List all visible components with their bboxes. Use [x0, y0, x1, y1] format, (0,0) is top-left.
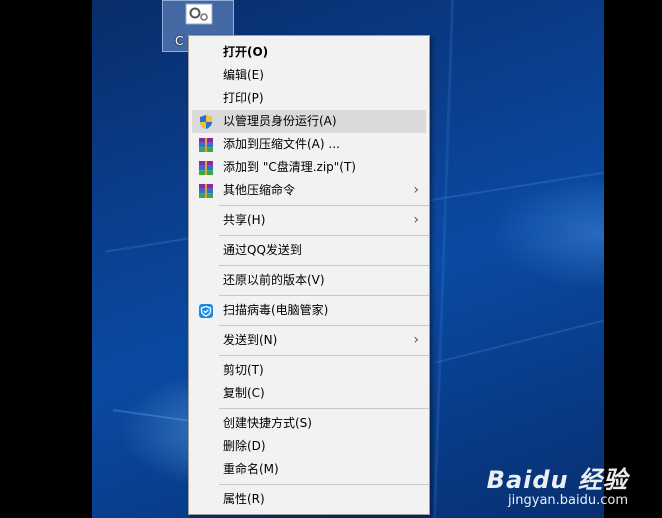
menu-item-label: 打印(P) — [223, 91, 264, 105]
gear-file-icon — [185, 3, 213, 25]
menu-item-label: 属性(R) — [223, 492, 265, 506]
menu-item-rename[interactable]: 重命名(M) — [189, 458, 429, 481]
menu-item-label: 共享(H) — [223, 213, 266, 227]
menu-item-copy[interactable]: 复制(C) — [189, 382, 429, 405]
wallpaper-light-beam — [432, 0, 455, 518]
menu-separator — [219, 355, 429, 356]
winrar-icon — [199, 161, 213, 175]
menu-item-label: 打开(O) — [223, 45, 269, 59]
tencent-pc-manager-icon — [199, 304, 213, 318]
chevron-right-icon: › — [413, 332, 419, 348]
menu-separator — [219, 408, 429, 409]
menu-item-label: 通过QQ发送到 — [223, 243, 302, 257]
chevron-right-icon: › — [413, 212, 419, 228]
baidu-jingyan-watermark: Baidu 经验 jingyan.baidu.com — [487, 460, 628, 508]
menu-item-send-via-qq[interactable]: 通过QQ发送到 — [189, 239, 429, 262]
context-menu: 打开(O) 编辑(E) 打印(P) 以管理员身份运行(A) 添加到压缩文件(A)… — [188, 35, 430, 515]
menu-separator — [219, 484, 429, 485]
menu-item-delete[interactable]: 删除(D) — [189, 435, 429, 458]
menu-separator — [219, 235, 429, 236]
menu-item-add-to-zip[interactable]: 添加到 "C盘清理.zip"(T) — [189, 156, 429, 179]
menu-item-label: 其他压缩命令 — [223, 183, 296, 197]
menu-item-restore-previous[interactable]: 还原以前的版本(V) — [189, 269, 429, 292]
menu-item-other-compress[interactable]: 其他压缩命令 › — [189, 179, 429, 202]
menu-separator — [219, 265, 429, 266]
winrar-icon — [199, 138, 213, 152]
menu-separator — [219, 325, 429, 326]
watermark-brand: Baidu 经验 — [486, 466, 628, 494]
menu-item-edit[interactable]: 编辑(E) — [189, 64, 429, 87]
menu-item-label: 还原以前的版本(V) — [223, 273, 325, 287]
menu-item-label: 以管理员身份运行(A) — [223, 114, 337, 128]
menu-item-label: 编辑(E) — [223, 68, 264, 82]
menu-item-label: 剪切(T) — [223, 363, 264, 377]
menu-item-label: 创建快捷方式(S) — [223, 416, 312, 430]
menu-item-share[interactable]: 共享(H) › — [189, 209, 429, 232]
menu-item-label: 删除(D) — [223, 439, 266, 453]
menu-item-label: 发送到(N) — [223, 333, 278, 347]
watermark-site: jingyan.baidu.com — [508, 493, 628, 508]
wallpaper-light-beam — [435, 298, 604, 364]
winrar-icon — [199, 184, 213, 198]
menu-item-run-as-admin[interactable]: 以管理员身份运行(A) — [192, 110, 426, 133]
menu-separator — [219, 295, 429, 296]
menu-separator — [219, 205, 429, 206]
desktop-file-label: C — [175, 34, 184, 48]
menu-item-create-shortcut[interactable]: 创建快捷方式(S) — [189, 412, 429, 435]
menu-item-properties[interactable]: 属性(R) — [189, 488, 429, 511]
menu-item-add-to-archive[interactable]: 添加到压缩文件(A) ... — [189, 133, 429, 156]
menu-item-print[interactable]: 打印(P) — [189, 87, 429, 110]
menu-item-send-to[interactable]: 发送到(N) › — [189, 329, 429, 352]
menu-item-label: 重命名(M) — [223, 462, 279, 476]
menu-item-label: 添加到 "C盘清理.zip"(T) — [223, 160, 356, 174]
chevron-right-icon: › — [413, 182, 419, 198]
menu-item-cut[interactable]: 剪切(T) — [189, 359, 429, 382]
menu-item-label: 添加到压缩文件(A) ... — [223, 137, 340, 151]
menu-item-scan-virus[interactable]: 扫描病毒(电脑管家) — [189, 299, 429, 322]
menu-item-open[interactable]: 打开(O) — [189, 41, 429, 64]
menu-item-label: 复制(C) — [223, 386, 265, 400]
shield-icon — [200, 115, 212, 129]
menu-item-label: 扫描病毒(电脑管家) — [223, 303, 329, 317]
